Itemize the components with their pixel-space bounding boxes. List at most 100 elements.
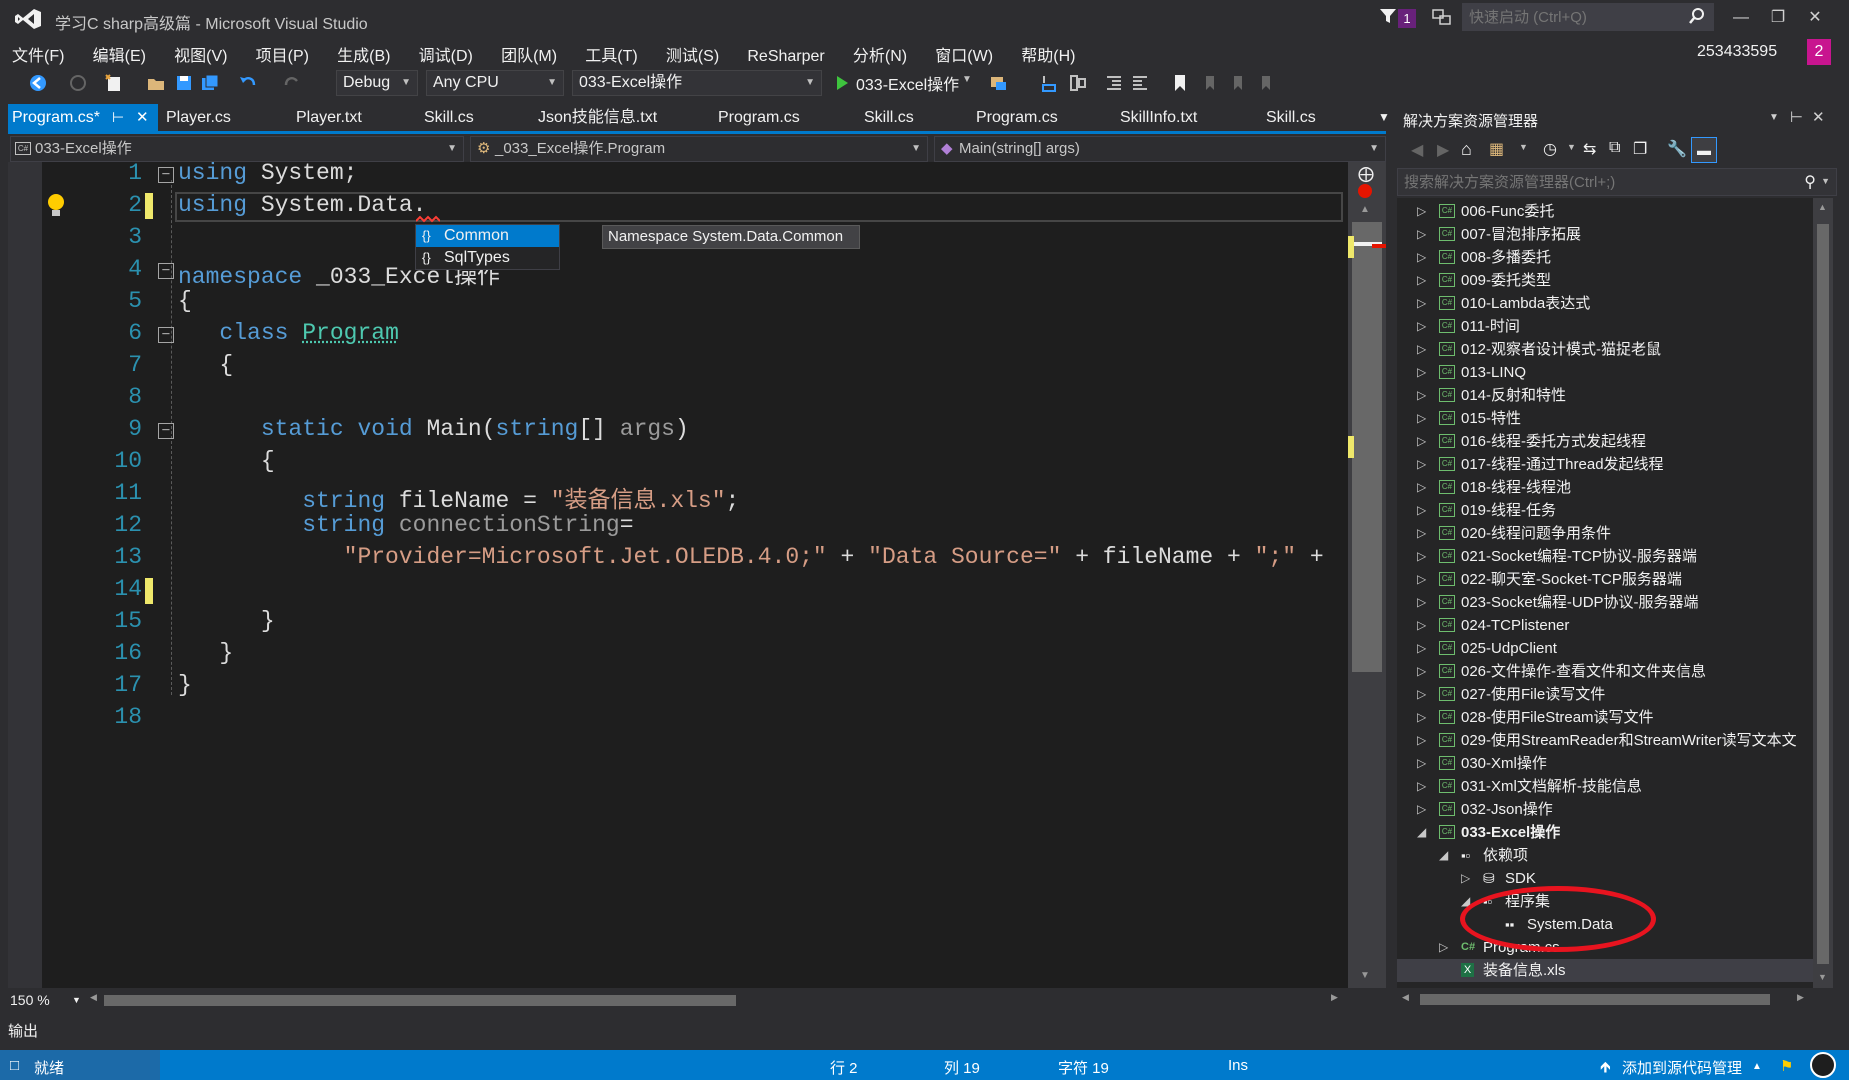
quick-launch-box[interactable] [1462,3,1714,31]
decrease-indent-icon[interactable] [1104,73,1124,93]
pending-changes-filter-icon[interactable]: ◷ [1543,139,1557,159]
browser-link-icon[interactable] [988,73,1008,93]
tree-item[interactable]: ▷ C# 009-委托类型 [1397,269,1813,292]
tab-player-txt[interactable]: Player.txt [292,104,362,131]
add-to-source-control-button[interactable]: 添加到源代码管理 [1622,1057,1742,1078]
tab-player-cs[interactable]: Player.cs [162,104,231,131]
redo-icon[interactable] [282,73,302,93]
code-line[interactable]: string connectionString= [178,512,633,538]
code-line[interactable]: } [178,672,192,698]
search-icon[interactable]: ⚲ [1804,172,1816,192]
expand-node-icon[interactable]: ▷ [1417,361,1431,384]
increase-indent-icon[interactable] [1130,73,1150,93]
code-line[interactable]: } [178,608,275,634]
chevron-down-icon[interactable]: ▼ [1821,176,1830,186]
tree-item[interactable]: ▷ C# 014-反射和特性 [1397,384,1813,407]
clear-bookmarks-icon[interactable] [1254,73,1274,93]
navigate-forward-icon[interactable] [68,73,88,93]
solution-explorer-scroll-thumb[interactable] [1817,224,1829,964]
tree-item[interactable]: ▷ C# 024-TCPlistener [1397,614,1813,637]
tree-item[interactable]: ▷ C# 032-Json操作 [1397,798,1813,821]
tab-program-cs-3[interactable]: Program.cs [972,104,1058,131]
code-line[interactable]: "Provider=Microsoft.Jet.OLEDB.4.0;" + "D… [178,544,1324,570]
menu-project[interactable]: 项目(P) [256,36,309,66]
expand-node-icon[interactable]: ▷ [1439,936,1453,959]
next-bookmark-icon[interactable] [1226,73,1246,93]
menu-resharper[interactable]: ReSharper [747,42,824,66]
properties-wrench-icon[interactable]: 🔧 [1667,139,1687,159]
tree-item[interactable]: ▷ C# 030-Xml操作 [1397,752,1813,775]
scroll-left-icon[interactable]: ◀ [1402,992,1409,1003]
split-window-icon[interactable]: ⨁ [1358,164,1374,184]
tree-item[interactable]: ▷ C# 022-聊天室-Socket-TCP服务器端 [1397,568,1813,591]
tree-item[interactable]: ▷ C# 011-时间 [1397,315,1813,338]
collapse-node-icon[interactable]: ◢ [1417,821,1431,844]
search-icon[interactable] [1689,8,1705,26]
tree-item[interactable]: ▷ C# 015-特性 [1397,407,1813,430]
code-line[interactable]: { [178,448,275,474]
code-line[interactable]: string fileName = "装备信息.xls"; [178,480,739,514]
tree-item[interactable]: ▷ C# 026-文件操作-查看文件和文件夹信息 [1397,660,1813,683]
scroll-down-icon[interactable]: ▼ [1818,972,1827,982]
chevron-down-icon[interactable]: ▼ [1519,142,1528,152]
close-tab-icon[interactable]: ✕ [136,104,149,131]
expand-node-icon[interactable]: ▷ [1417,200,1431,223]
solution-configuration-dropdown[interactable]: Debug ▼ [336,70,418,96]
expand-node-icon[interactable]: ▷ [1417,683,1431,706]
menu-analyze[interactable]: 分析(N) [853,36,907,66]
tree-item[interactable]: ▷ C# 007-冒泡排序拓展 [1397,223,1813,246]
scroll-right-icon[interactable]: ▶ [1331,992,1338,1003]
tree-item[interactable]: ▷ ⛁ SDK [1397,867,1813,890]
solution-platform-dropdown[interactable]: Any CPU ▼ [426,70,564,96]
account-avatar[interactable] [1810,1052,1836,1078]
tab-skill-cs-2[interactable]: Skill.cs [860,104,914,131]
expand-node-icon[interactable]: ▷ [1417,499,1431,522]
collapse-region-icon[interactable]: − [158,423,174,439]
tree-item[interactable]: ▷ C# 012-观察者设计模式-猫捉老鼠 [1397,338,1813,361]
scroll-left-icon[interactable]: ◀ [90,992,97,1003]
expand-node-icon[interactable]: ▷ [1417,269,1431,292]
tree-item[interactable]: ▷ C# 023-Socket编程-UDP协议-服务器端 [1397,591,1813,614]
expand-node-icon[interactable]: ▷ [1417,453,1431,476]
tree-item[interactable]: ▷ C# 008-多播委托 [1397,246,1813,269]
tree-item[interactable]: ▷ C# 028-使用FileStream读写文件 [1397,706,1813,729]
menu-build[interactable]: 生成(B) [337,36,390,66]
expand-node-icon[interactable]: ▷ [1461,867,1475,890]
startup-project-dropdown[interactable]: 033-Excel操作 ▼ [572,70,822,96]
tab-skill-cs-3[interactable]: Skill.cs [1262,104,1316,131]
tree-item[interactable]: ▷ C# 027-使用File读写文件 [1397,683,1813,706]
code-line[interactable]: class Program [178,320,398,346]
step-into-icon[interactable] [1040,73,1060,93]
expand-node-icon[interactable]: ▷ [1417,637,1431,660]
tree-item[interactable]: X 装备信息.xls [1397,959,1813,982]
tree-item[interactable]: ▷ C# 019-线程-任务 [1397,499,1813,522]
minimize-button[interactable]: — [1723,6,1759,30]
solution-explorer-search[interactable]: ⚲ ▼ [1397,168,1837,196]
collapse-node-icon[interactable]: ◢ [1439,844,1453,867]
tab-overflow-icon[interactable]: ▼ [1374,104,1390,131]
chevron-down-icon[interactable]: ▼ [1567,142,1576,152]
home-icon[interactable]: ⌂ [1461,139,1472,160]
tree-item[interactable]: ▷ C# 016-线程-委托方式发起线程 [1397,430,1813,453]
expand-node-icon[interactable]: ▷ [1417,407,1431,430]
code-line[interactable]: { [178,352,233,378]
start-debugging-button[interactable]: 033-Excel操作 [856,71,959,95]
expand-node-icon[interactable]: ▷ [1417,338,1431,361]
forward-icon[interactable]: ▶ [1437,140,1449,160]
close-panel-icon[interactable]: ✕ [1812,108,1825,126]
collapse-region-icon[interactable]: − [158,263,174,279]
menu-test[interactable]: 测试(S) [666,36,719,66]
notifications-filter-icon[interactable] [1378,6,1398,26]
tab-program-cs-2[interactable]: Program.cs [714,104,800,131]
window-position-icon[interactable]: ▼ [1769,112,1779,123]
class-view-icon[interactable] [1068,73,1088,93]
tree-item[interactable]: ▷ C# 013-LINQ [1397,361,1813,384]
code-line[interactable]: using System; [178,160,357,186]
save-all-icon[interactable] [200,73,220,93]
member-navigation-dropdown[interactable]: ◆ Main(string[] args) ▼ [934,136,1386,162]
source-control-upload-icon[interactable]: 🡹 [1600,1057,1611,1080]
expand-node-icon[interactable]: ▷ [1417,614,1431,637]
feedback-icon[interactable] [1431,7,1453,27]
editor-scroll-thumb[interactable] [1352,222,1382,672]
tree-item[interactable]: ▷ C# 021-Socket编程-TCP协议-服务器端 [1397,545,1813,568]
